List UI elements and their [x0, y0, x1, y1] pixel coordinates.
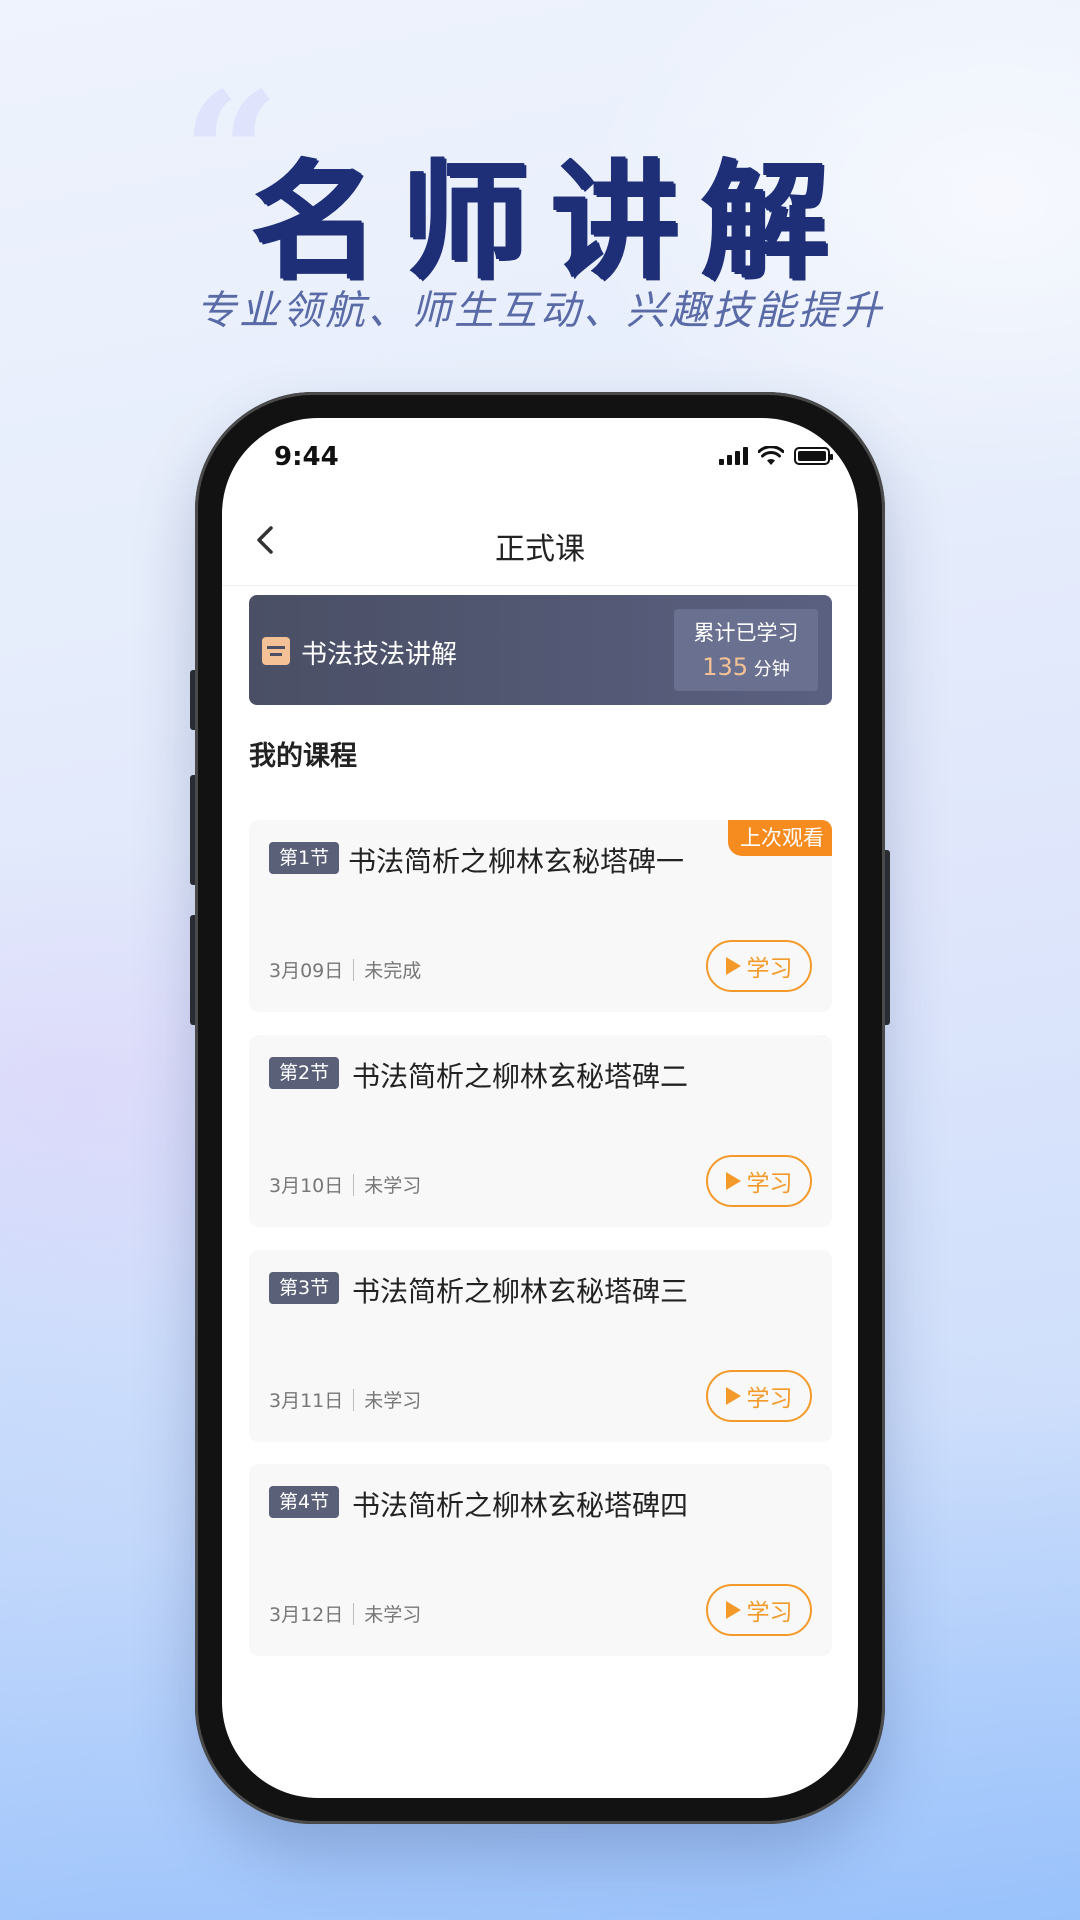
nav-bar: 正式课 — [222, 498, 858, 586]
lesson-meta: 3月09日 未完成 — [269, 956, 421, 983]
cellular-signal-icon — [719, 447, 748, 465]
lesson-meta: 3月11日 未学习 — [269, 1386, 421, 1413]
lesson-status: 未学习 — [364, 1175, 422, 1197]
study-time-unit: 分钟 — [753, 659, 790, 680]
study-time-label: 累计已学习 — [693, 621, 799, 645]
section-title: 我的课程 — [249, 741, 357, 772]
meta-divider — [353, 1388, 355, 1411]
course-banner: 书法技法讲解 累计已学习 135 分钟 — [249, 595, 832, 705]
status-icons — [719, 446, 833, 466]
study-time-value-row: 135 分钟 — [674, 653, 818, 681]
lesson-date: 3月12日 — [269, 1604, 344, 1626]
study-button-label: 学习 — [746, 1171, 793, 1197]
study-time-value: 135 — [702, 653, 749, 681]
last-watched-badge: 上次观看 — [728, 820, 832, 856]
lesson-status: 未学习 — [364, 1604, 422, 1626]
study-button-label: 学习 — [746, 956, 793, 982]
study-button[interactable]: 学习 — [706, 1370, 812, 1422]
status-bar: 9:44 — [222, 418, 858, 498]
lesson-tag: 第1节 — [269, 842, 340, 874]
lesson-meta: 3月12日 未学习 — [269, 1600, 421, 1627]
lesson-title: 书法简析之柳林玄秘塔碑三 — [352, 1275, 689, 1308]
wifi-icon — [758, 446, 784, 465]
lesson-tag: 第2节 — [269, 1057, 340, 1089]
hero-headline: 名师讲解 — [250, 148, 851, 297]
study-button-label: 学习 — [746, 1386, 793, 1412]
lesson-date: 3月11日 — [269, 1390, 344, 1412]
book-box-icon — [262, 637, 290, 665]
lesson-title: 书法简析之柳林玄秘塔碑二 — [352, 1060, 689, 1093]
phone-screen: 9:44 正式课 书法技法讲解 累计已学习 135 分钟 我的课程 第1节 书法… — [222, 418, 858, 1798]
lesson-card[interactable]: 第2节 书法简析之柳林玄秘塔碑二 3月10日 未学习 学习 — [249, 1035, 832, 1227]
lesson-date: 3月09日 — [269, 960, 344, 982]
meta-divider — [353, 1602, 355, 1625]
study-button-label: 学习 — [746, 1600, 793, 1626]
play-icon — [725, 1387, 741, 1405]
play-icon — [725, 1601, 741, 1619]
course-name: 书法技法讲解 — [301, 640, 458, 670]
study-time-stat: 累计已学习 135 分钟 — [674, 609, 818, 691]
lesson-card[interactable]: 第4节 书法简析之柳林玄秘塔碑四 3月12日 未学习 学习 — [249, 1464, 832, 1656]
lesson-card[interactable]: 第3节 书法简析之柳林玄秘塔碑三 3月11日 未学习 学习 — [249, 1250, 832, 1442]
lesson-title: 书法简析之柳林玄秘塔碑四 — [352, 1489, 689, 1522]
lesson-status: 未学习 — [364, 1390, 422, 1412]
study-button[interactable]: 学习 — [706, 1155, 812, 1207]
status-time: 9:44 — [274, 442, 339, 472]
play-icon — [725, 1172, 741, 1190]
study-button[interactable]: 学习 — [706, 1584, 812, 1636]
lesson-tag: 第3节 — [269, 1272, 340, 1304]
meta-divider — [353, 958, 355, 981]
study-button[interactable]: 学习 — [706, 940, 812, 992]
lesson-tag: 第4节 — [269, 1486, 340, 1518]
play-icon — [725, 957, 741, 975]
hero-subheadline: 专业领航、师生互动、兴趣技能提升 — [196, 288, 884, 334]
battery-icon — [794, 447, 833, 465]
lesson-status: 未完成 — [364, 960, 422, 982]
page-title: 正式课 — [495, 532, 585, 567]
lesson-meta: 3月10日 未学习 — [269, 1171, 421, 1198]
lesson-card[interactable]: 第1节 书法简析之柳林玄秘塔碑一 3月09日 未完成 学习 上次观看 — [249, 820, 832, 1012]
lesson-title: 书法简析之柳林玄秘塔碑一 — [348, 845, 685, 878]
lesson-date: 3月10日 — [269, 1175, 344, 1197]
meta-divider — [353, 1173, 355, 1196]
